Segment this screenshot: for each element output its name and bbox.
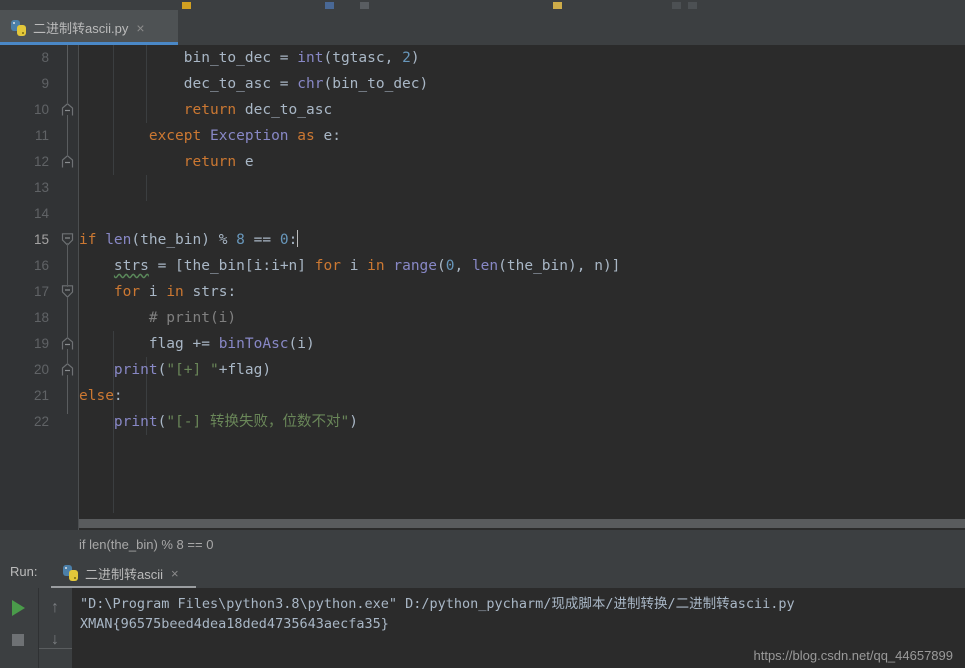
- fold-connector: [67, 45, 68, 105]
- code-line[interactable]: # print(i): [79, 305, 965, 331]
- fold-end-marker-icon[interactable]: [61, 337, 74, 350]
- stop-button[interactable]: [6, 628, 30, 652]
- fold-connector: [67, 349, 68, 365]
- line-number: 13: [33, 180, 49, 195]
- code-line[interactable]: dec_to_asc = chr(bin_to_dec): [79, 71, 965, 97]
- close-icon[interactable]: ×: [136, 21, 144, 35]
- toolbar-icon-5[interactable]: [672, 2, 681, 9]
- fold-connector: [67, 297, 68, 339]
- fold-gutter-row: [57, 149, 79, 175]
- fold-connector: [67, 242, 68, 287]
- run-tool-header: Run: 二进制转ascii ×: [0, 558, 965, 588]
- code-line[interactable]: [79, 175, 965, 201]
- code-line[interactable]: print("[+] "+flag): [79, 357, 965, 383]
- fold-gutter-row: [57, 305, 79, 331]
- fold-gutter-row: [57, 227, 79, 253]
- fold-gutter-row: [57, 123, 79, 149]
- fold-gutter-row: [57, 175, 79, 201]
- toolbar-icon-4[interactable]: [553, 2, 562, 9]
- line-number: 21: [33, 388, 49, 403]
- close-icon[interactable]: ×: [171, 566, 179, 581]
- line-number: 10: [33, 102, 49, 117]
- fold-end-marker-icon[interactable]: [61, 155, 74, 168]
- breadcrumb[interactable]: if len(the_bin) % 8 == 0: [79, 537, 213, 552]
- line-number: 8: [41, 50, 49, 65]
- run-tab-label: 二进制转ascii: [85, 566, 164, 582]
- code-line[interactable]: if len(the_bin) % 8 == 0:: [79, 227, 965, 253]
- fold-end-marker-icon[interactable]: [61, 103, 74, 116]
- fold-gutter-row: [57, 45, 79, 71]
- line-number: 15: [33, 232, 49, 247]
- code-line[interactable]: strs = [the_bin[i:i+n] for i in range(0,…: [79, 253, 965, 279]
- code-editor[interactable]: 8 9 10 11 12 13 14 15 16 17 18 19 20 21 22 bin_to_dec …: [0, 45, 965, 530]
- editor-tab-bar: 二进制转ascii.py ×: [0, 10, 965, 45]
- toolbar-icon-2[interactable]: [325, 2, 334, 9]
- console-line: "D:\Program Files\python3.8\python.exe" …: [80, 596, 795, 612]
- line-number: 12: [33, 154, 49, 169]
- arrow-down-icon: ↓: [51, 631, 59, 648]
- fold-gutter-row: [57, 409, 79, 435]
- line-number: 11: [34, 128, 49, 143]
- fold-gutter-row: [57, 331, 79, 357]
- scrollbar-thumb[interactable]: [79, 519, 965, 528]
- controls-separator: [39, 648, 72, 649]
- code-text-area[interactable]: bin_to_dec = int(tgtasc, 2) dec_to_asc =…: [79, 45, 965, 530]
- fold-gutter-row: [57, 201, 79, 227]
- text-caret: [297, 230, 299, 247]
- code-line[interactable]: [79, 201, 965, 227]
- line-number: 17: [33, 284, 49, 299]
- arrow-up-icon: ↑: [51, 599, 59, 616]
- python-config-icon: [63, 565, 79, 581]
- stop-icon: [12, 634, 24, 646]
- fold-gutter-row: [57, 279, 79, 305]
- code-line[interactable]: except Exception as e:: [79, 123, 965, 149]
- toolbar-icon-6[interactable]: [688, 2, 697, 9]
- line-number: 18: [33, 310, 49, 325]
- code-line[interactable]: print("[-] 转换失败，位数不对"): [79, 409, 965, 435]
- editor-tab-binary-to-ascii[interactable]: 二进制转ascii.py ×: [0, 10, 178, 45]
- run-controls-left: [0, 588, 38, 668]
- code-line[interactable]: return e: [79, 149, 965, 175]
- run-controls-right: ↑ ↓: [39, 588, 72, 668]
- fold-gutter-row: [57, 71, 79, 97]
- run-window-title: Run:: [10, 564, 38, 579]
- fold-collapse-marker-icon[interactable]: [61, 285, 74, 298]
- code-line[interactable]: flag += binToAsc(i): [79, 331, 965, 357]
- line-number: 19: [33, 336, 49, 351]
- fold-gutter-row: [57, 253, 79, 279]
- editor-tab-label: 二进制转ascii.py: [33, 21, 129, 36]
- line-number-gutter[interactable]: 8 9 10 11 12 13 14 15 16 17 18 19 20 21 22: [0, 45, 57, 530]
- code-line[interactable]: else:: [79, 383, 965, 409]
- play-icon: [11, 600, 25, 616]
- fold-gutter-row: [57, 383, 79, 409]
- code-line[interactable]: return dec_to_asc: [79, 97, 965, 123]
- line-number: 16: [33, 258, 49, 273]
- run-tool-window: Run: 二进制转ascii × ↑ ↓ "D:\Program Files\p…: [0, 558, 965, 668]
- line-number: 9: [41, 76, 49, 91]
- breadcrumb-bar: if len(the_bin) % 8 == 0: [0, 530, 965, 559]
- fold-connector: [67, 115, 68, 157]
- fold-connector: [67, 375, 68, 415]
- toolbar-icon-1[interactable]: [182, 2, 191, 9]
- fold-gutter-row: [57, 97, 79, 123]
- watermark-text: https://blog.csdn.net/qq_44657899: [753, 648, 954, 663]
- python-file-icon: [11, 19, 27, 36]
- code-line[interactable]: for i in strs:: [79, 279, 965, 305]
- toolbar-icon-3[interactable]: [360, 2, 369, 9]
- rerun-button[interactable]: [6, 596, 30, 620]
- code-folding-gutter[interactable]: [57, 45, 79, 530]
- run-tab-binary-to-ascii[interactable]: 二进制转ascii ×: [55, 558, 189, 588]
- editor-horizontal-scrollbar[interactable]: [79, 517, 965, 530]
- fold-end-marker-icon[interactable]: [61, 363, 74, 376]
- fold-gutter-row: [57, 357, 79, 383]
- line-number: 20: [33, 362, 49, 377]
- line-number: 14: [33, 206, 49, 221]
- line-number: 22: [33, 414, 49, 429]
- console-line: XMAN{96575beed4dea18ded4735643aecfa35}: [80, 616, 389, 632]
- pycharm-window: 二进制转ascii.py × 8 9 10 11 12 13 14 15 16 17 18 19 20 2…: [0, 0, 965, 668]
- scroll-up-button[interactable]: ↑: [43, 596, 67, 620]
- code-line[interactable]: bin_to_dec = int(tgtasc, 2): [79, 45, 965, 71]
